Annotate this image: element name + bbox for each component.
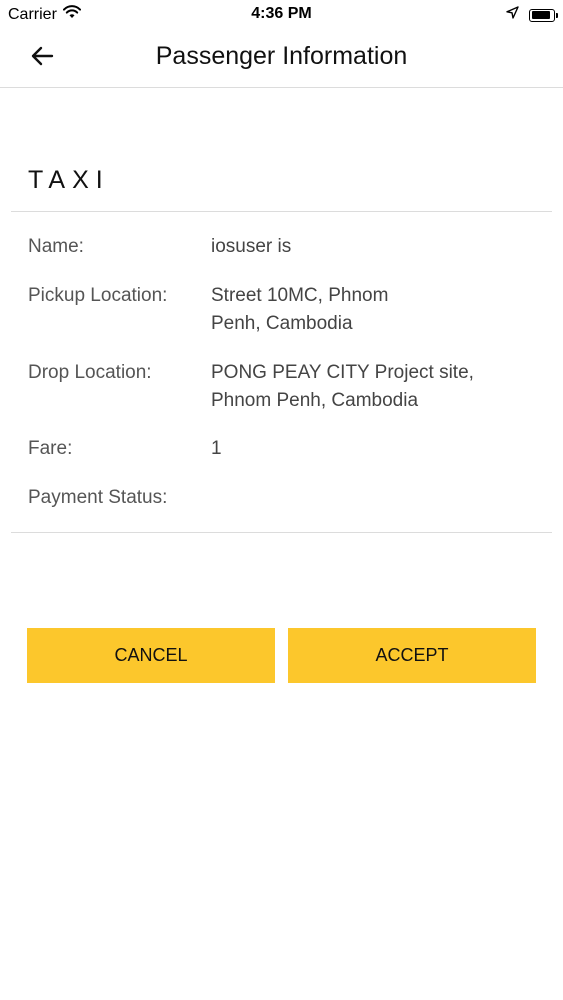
pickup-location-value: Street 10MC, Phnom Penh, Cambodia xyxy=(211,282,511,338)
drop-location-label: Drop Location: xyxy=(28,362,152,383)
location-arrow-icon xyxy=(506,6,519,24)
pickup-location-line-1: Street 10MC, Phnom xyxy=(211,285,389,306)
pickup-location-label: Pickup Location: xyxy=(28,285,168,306)
payment-status-label: Payment Status: xyxy=(28,487,168,508)
page-title: Passenger Information xyxy=(155,42,408,70)
name-value: iosuser is xyxy=(211,236,292,257)
battery-icon xyxy=(529,8,558,22)
fare-label: Fare: xyxy=(28,438,73,459)
drop-location-line-2: Phnom Penh, Cambodia xyxy=(211,390,419,411)
divider-bottom xyxy=(11,532,552,533)
passenger-information-screen: Carrier 4:36 PM Passenger Information TA… xyxy=(0,0,563,1000)
cancel-button[interactable]: CANCEL xyxy=(27,628,275,683)
section-title: TAXI xyxy=(28,166,110,194)
fare-value: 1 xyxy=(211,438,222,459)
pickup-location-line-2: Penh, Cambodia xyxy=(211,313,353,334)
status-time: 4:36 PM xyxy=(251,5,312,22)
battery-level xyxy=(531,11,550,19)
drop-location-value: PONG PEAY CITY Project site, Phnom Penh,… xyxy=(211,359,511,415)
drop-location-line-1: PONG PEAY CITY Project site, xyxy=(211,362,474,383)
name-label: Name: xyxy=(28,236,84,257)
nav-bar: Passenger Information xyxy=(0,30,563,88)
status-bar: Carrier 4:36 PM xyxy=(0,0,563,30)
status-right xyxy=(506,6,558,24)
divider-top xyxy=(11,211,552,212)
accept-button[interactable]: ACCEPT xyxy=(288,628,536,683)
